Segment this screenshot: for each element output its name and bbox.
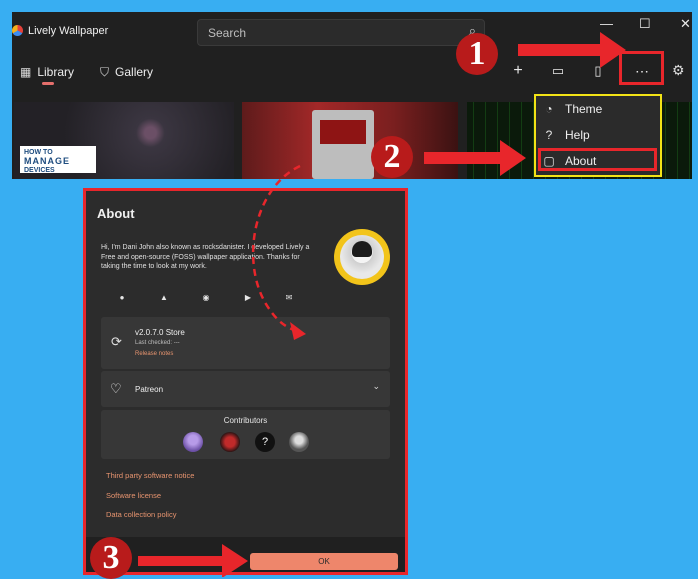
app-title: Lively Wallpaper xyxy=(28,25,109,37)
close-icon[interactable]: ✕ xyxy=(680,16,691,32)
menu-item-help[interactable]: ? Help xyxy=(542,124,654,146)
last-checked-text: Last checked: --- xyxy=(135,340,180,346)
step-badge-3: 3 xyxy=(90,537,132,579)
chevron-down-icon[interactable]: ⌄ xyxy=(372,381,380,392)
logo-line-2: MANAGE xyxy=(24,155,70,166)
github-icon[interactable]: ● xyxy=(115,293,129,302)
contributors-card: Contributors ? xyxy=(101,410,390,459)
menu-item-theme[interactable]: ◔ Theme xyxy=(542,98,654,120)
dialog-title: About xyxy=(97,206,135,221)
title-bar: Lively Wallpaper ⌕ — ☐ ✕ xyxy=(12,12,692,50)
nav-tabs: ▦ Library ⛉ Gallery xyxy=(12,60,312,90)
about-highlight xyxy=(538,148,657,171)
tab-library[interactable]: ▦ Library xyxy=(20,60,74,84)
tab-library-label: Library xyxy=(37,65,75,79)
avatar-hair xyxy=(352,241,372,257)
patreon-card[interactable]: ♡ Patreon ⌄ xyxy=(101,371,390,407)
data-collection-policy-link[interactable]: Data collection policy xyxy=(106,510,176,519)
display-icon[interactable]: ▭ xyxy=(545,58,571,84)
add-wallpaper-button[interactable]: + xyxy=(505,58,531,84)
version-text: v2.0.7.0 Store xyxy=(135,328,185,337)
logo-line-3: DEVICES xyxy=(24,166,55,174)
computer-screen-image xyxy=(320,120,366,144)
step-badge-2: 2 xyxy=(371,136,413,178)
youtube-icon[interactable]: ▶ xyxy=(241,293,255,302)
step-badge-1: 1 xyxy=(456,33,498,75)
tab-gallery-label: Gallery xyxy=(115,65,154,79)
active-tab-indicator xyxy=(42,82,54,85)
more-options-menu: ◔ Theme ? Help ▢ About xyxy=(534,94,662,177)
search-input[interactable] xyxy=(206,25,450,41)
sync-icon[interactable]: ⟳ xyxy=(111,334,122,350)
ok-button[interactable]: OK xyxy=(250,553,398,570)
twitter-icon[interactable]: ▲ xyxy=(157,293,171,302)
contributors-label: Contributors xyxy=(223,416,268,425)
grid-icon: ▦ xyxy=(20,65,32,79)
search-box[interactable]: ⌕ xyxy=(197,19,485,46)
maximize-icon[interactable]: ☐ xyxy=(639,16,651,32)
customize-icon[interactable]: ▯ xyxy=(585,58,611,84)
tab-gallery[interactable]: ⛉ Gallery xyxy=(100,60,153,84)
about-intro-text: Hi, I'm Dani John also known as rocksdan… xyxy=(101,244,310,270)
heart-icon: ♡ xyxy=(110,381,122,396)
more-options-highlight xyxy=(619,51,664,85)
contributor-avatar[interactable] xyxy=(183,432,203,452)
social-links: ● ▲ ◉ ▶ ✉ xyxy=(115,293,295,309)
menu-item-theme-label: Theme xyxy=(565,102,603,116)
developer-avatar xyxy=(334,229,390,285)
software-license-link[interactable]: Software license xyxy=(106,491,161,500)
contributor-avatar[interactable] xyxy=(289,432,309,452)
release-notes-link[interactable]: Release notes xyxy=(135,351,173,357)
mail-icon[interactable]: ✉ xyxy=(282,293,296,302)
bag-icon: ⛉ xyxy=(100,64,110,79)
app-logo-icon xyxy=(12,25,23,36)
wallpaper-thumbnail[interactable]: HOW TO MANAGE DEVICES xyxy=(14,102,234,179)
minimize-icon[interactable]: — xyxy=(600,16,613,31)
update-card: ⟳ v2.0.7.0 Store Last checked: --- Relea… xyxy=(101,317,390,369)
palette-icon: ◔ xyxy=(545,102,553,116)
reddit-icon[interactable]: ◉ xyxy=(199,293,213,302)
wallpaper-thumbnail[interactable] xyxy=(242,102,458,179)
about-dialog: About Hi, I'm Dani John also known as ro… xyxy=(83,188,408,575)
patreon-label: Patreon xyxy=(135,385,164,394)
how-to-manage-devices-logo: HOW TO MANAGE DEVICES xyxy=(20,146,96,174)
app-window: Lively Wallpaper ⌕ — ☐ ✕ ▦ Library ⛉ Gal… xyxy=(12,12,692,179)
contributor-avatar[interactable]: ? xyxy=(255,432,275,452)
gear-icon[interactable]: ⚙ xyxy=(672,62,685,79)
question-icon: ? xyxy=(545,128,553,142)
menu-item-help-label: Help xyxy=(565,128,590,142)
third-party-notice-link[interactable]: Third party software notice xyxy=(106,471,194,480)
contributor-avatar[interactable] xyxy=(220,432,240,452)
